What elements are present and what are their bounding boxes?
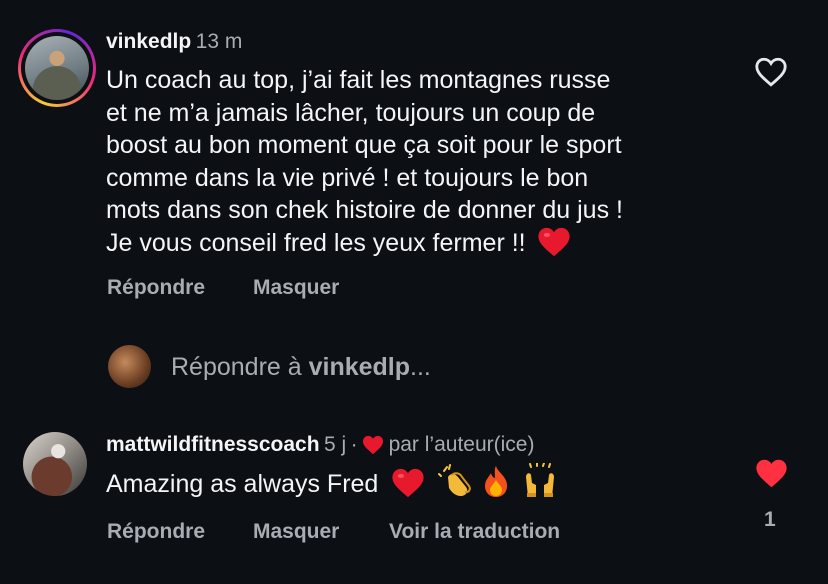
author-heart-icon (363, 435, 384, 454)
like-heart-filled-icon[interactable] (755, 458, 788, 489)
raising-hands-emoji (526, 463, 555, 498)
hide-button[interactable]: Masquer (253, 520, 339, 544)
fire-emoji (485, 466, 508, 498)
reply-username[interactable]: mattwildfitnesscoach (106, 433, 320, 456)
reply-avatar[interactable] (23, 432, 87, 496)
red-heart-emoji (392, 469, 424, 498)
clapping-hands-emoji (438, 464, 472, 497)
see-translation-button[interactable]: Voir la traduction (389, 520, 560, 544)
comment-line: et ne m’a jamais lâcher, toujours un cou… (106, 98, 596, 127)
reply-button[interactable]: Répondre (107, 520, 205, 544)
reply-input-suffix: ... (410, 353, 431, 381)
current-user-avatar (108, 345, 151, 388)
comment-line: Un coach au top, j’ai fait les montagnes… (106, 66, 611, 94)
reply-input[interactable]: Répondre à vinkedlp... (171, 353, 431, 382)
comment-text: Un coach au top, j’ai fait les montagnes… (106, 64, 623, 259)
comment-line: boost au bon moment que ça soit pour le … (106, 131, 622, 159)
comment-line-text: Je vous conseil fred les yeux fermer !! (106, 228, 526, 257)
like-heart-outline-icon[interactable] (754, 56, 788, 88)
reply-input-prefix: Répondre à (171, 353, 309, 381)
comment-line: mots dans son chek histoire de donner du… (106, 196, 623, 224)
like-count: 1 (764, 508, 776, 531)
hide-button[interactable]: Masquer (253, 276, 339, 300)
comment-line: Je vous conseil fred les yeux fermer !! (106, 227, 623, 260)
reply-button[interactable]: Répondre (107, 276, 205, 300)
comment-avatar (25, 36, 89, 100)
comment-line: comme dans la vie privé ! et toujours le… (106, 163, 589, 192)
reply-header: mattwildfitnesscoach 5 j · par l’auteur(… (106, 433, 534, 457)
reply-text-line: Amazing as always Fred (106, 463, 558, 501)
comment-time: 13 m (195, 30, 243, 53)
reply-separator: · (350, 433, 358, 456)
comment-avatar-story-ring[interactable] (18, 29, 96, 107)
reply-time: 5 j (324, 433, 347, 456)
comment-header: vinkedlp 13 m (106, 30, 242, 54)
comment-username[interactable]: vinkedlp (106, 30, 191, 53)
reply-input-target: vinkedlp (308, 353, 411, 381)
author-badge: par l’auteur(ice) (388, 433, 535, 456)
red-heart-emoji (537, 227, 570, 257)
reply-text: Amazing as always Fred (106, 470, 379, 498)
